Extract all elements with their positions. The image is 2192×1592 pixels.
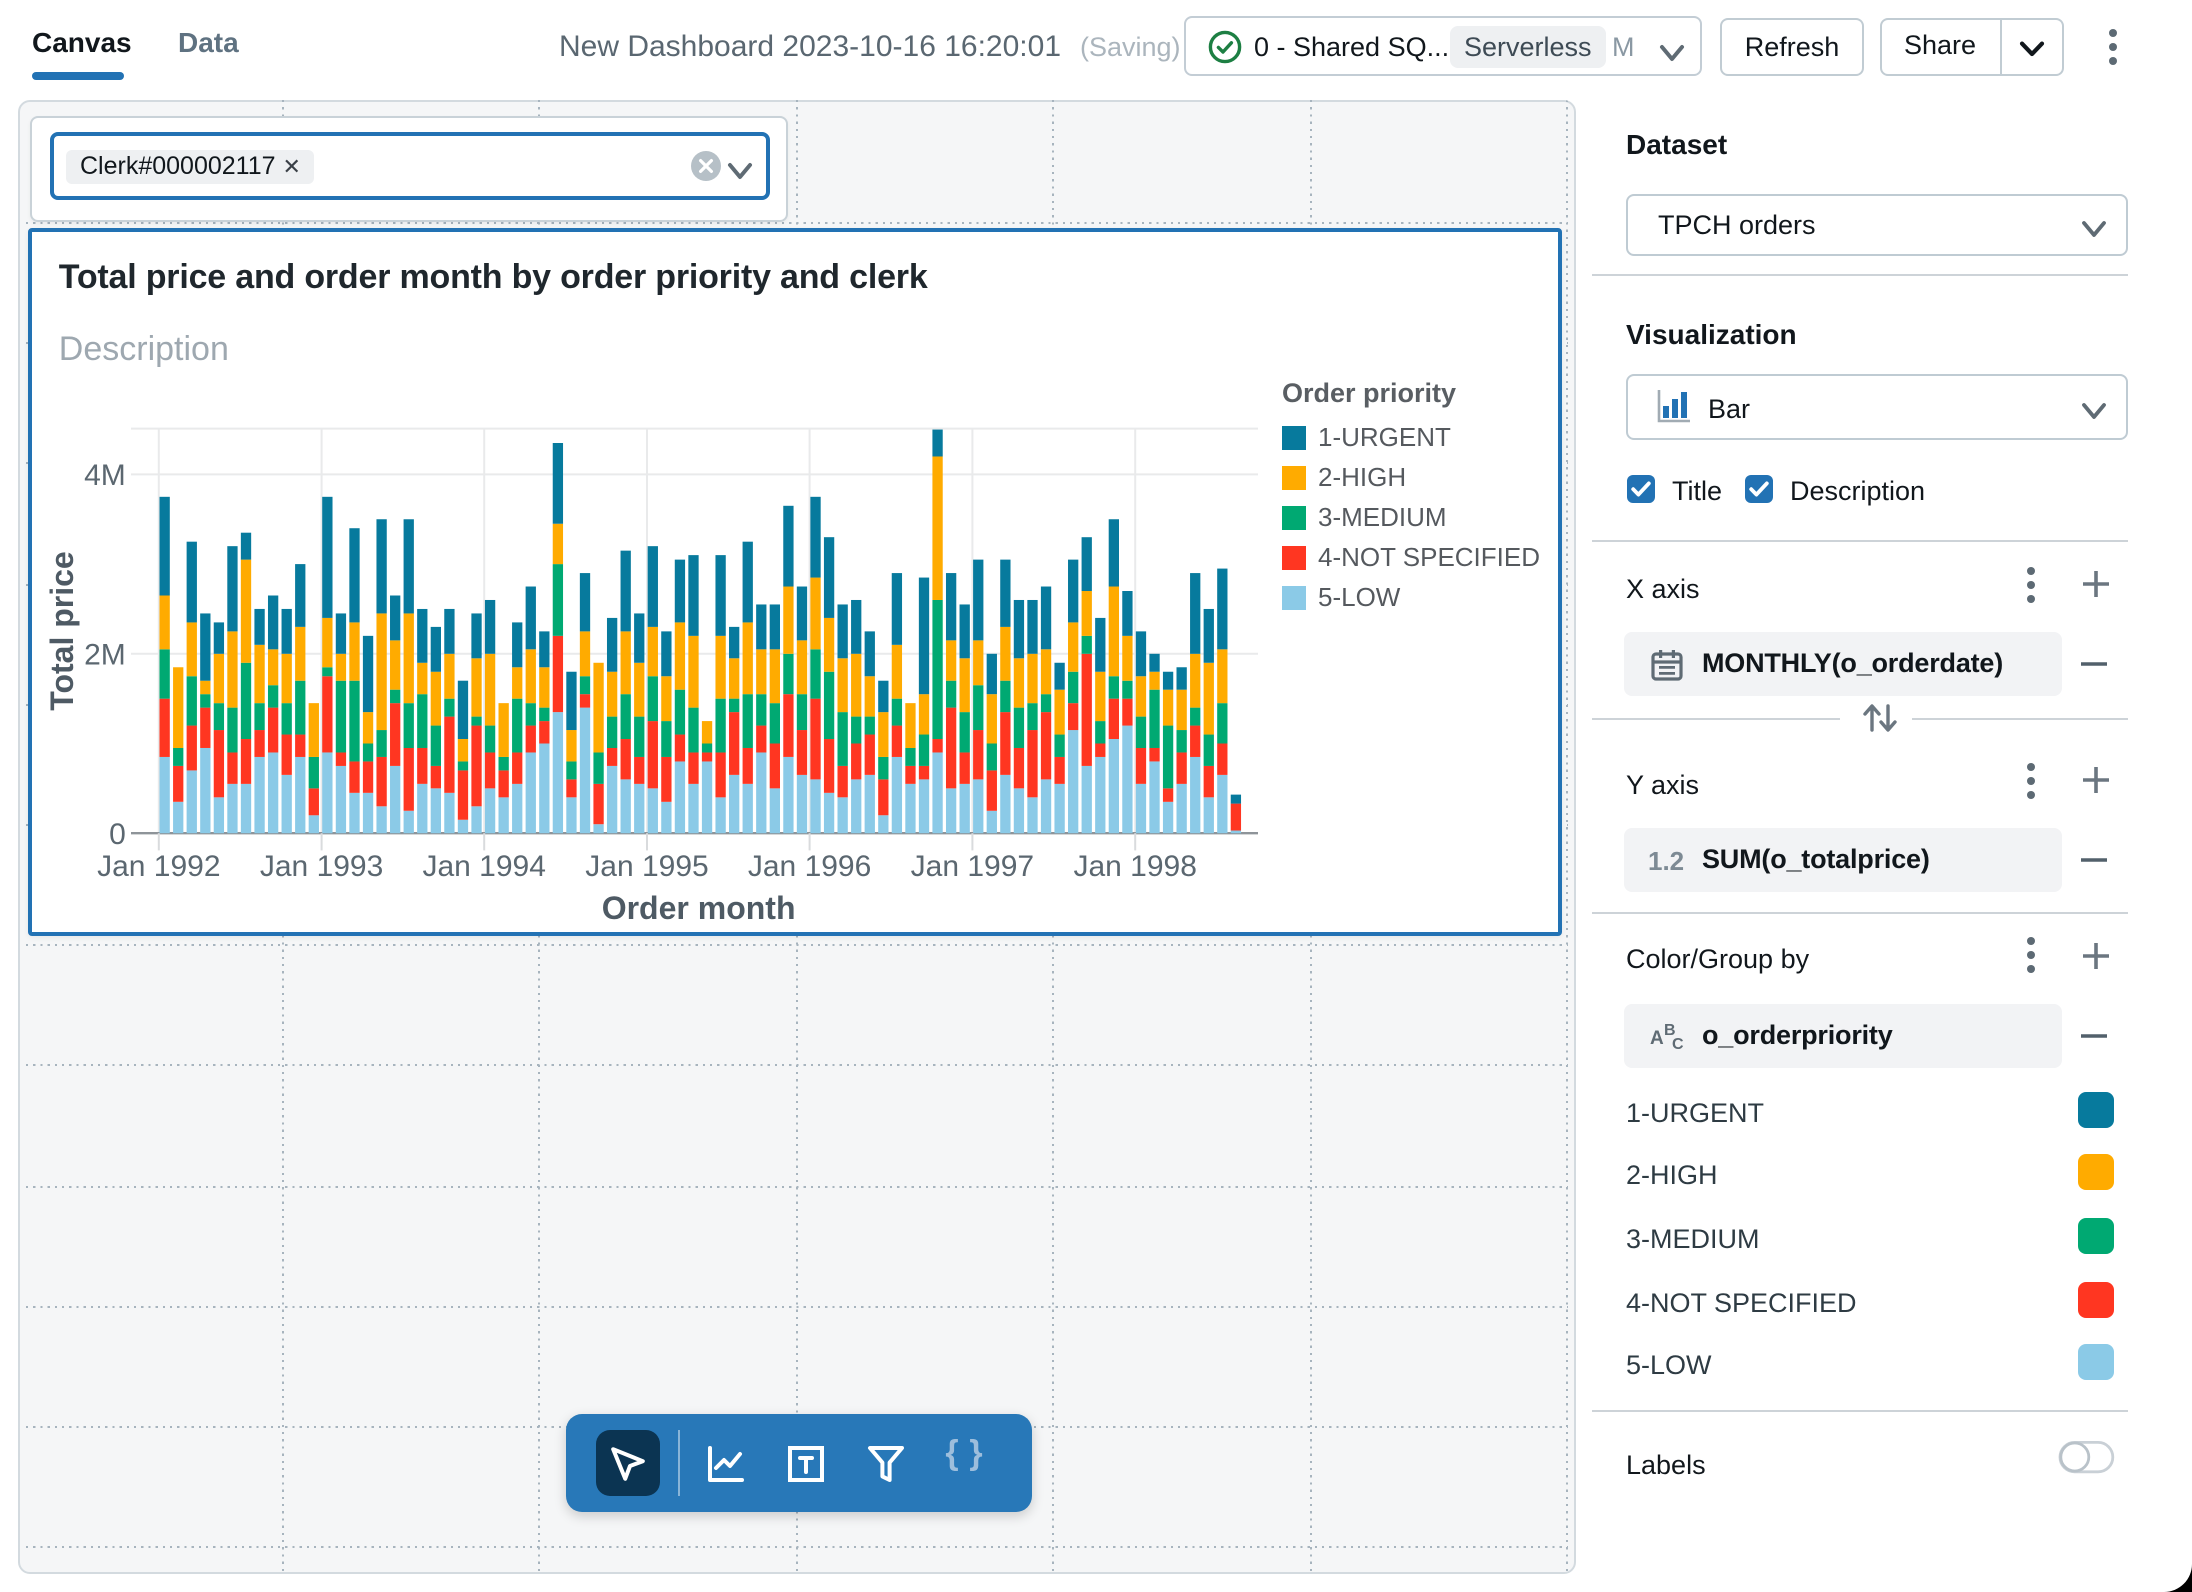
svg-text:4M: 4M: [84, 459, 126, 492]
svg-text:Total price: Total price: [44, 551, 80, 710]
svg-text:Jan 1992: Jan 1992: [97, 850, 220, 883]
svg-text:2M: 2M: [84, 638, 126, 671]
svg-text:Jan 1995: Jan 1995: [585, 850, 708, 883]
svg-text:Order month: Order month: [602, 890, 796, 926]
svg-text:Jan 1993: Jan 1993: [260, 850, 383, 883]
svg-text:Jan 1997: Jan 1997: [911, 850, 1034, 883]
svg-text:Jan 1998: Jan 1998: [1073, 850, 1196, 883]
svg-text:C: C: [1672, 1036, 1684, 1053]
svg-text:A: A: [1650, 1028, 1664, 1049]
svg-text:Jan 1996: Jan 1996: [748, 850, 871, 883]
svg-text:Jan 1994: Jan 1994: [422, 850, 545, 883]
svg-text:0: 0: [109, 818, 126, 851]
